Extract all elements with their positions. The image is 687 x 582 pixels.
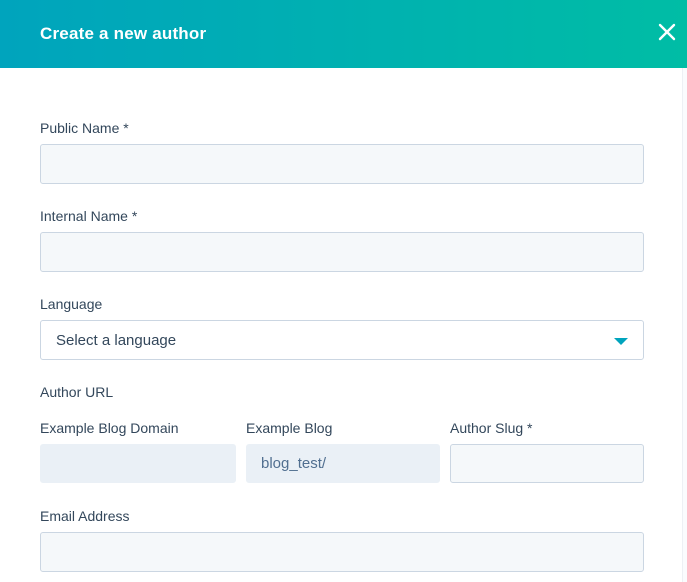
language-select[interactable]: Select a language bbox=[40, 320, 644, 360]
public-name-label: Public Name * bbox=[40, 120, 129, 136]
author-slug-input[interactable] bbox=[450, 444, 644, 483]
email-address-input[interactable] bbox=[40, 532, 644, 572]
example-blog-domain-label: Example Blog Domain bbox=[40, 420, 179, 436]
modal-title: Create a new author bbox=[0, 24, 206, 44]
language-select-value: Select a language bbox=[41, 332, 176, 349]
email-address-label: Email Address bbox=[40, 508, 129, 524]
scrollbar-track[interactable] bbox=[682, 68, 687, 582]
author-url-label: Author URL bbox=[40, 384, 113, 400]
example-blog-input bbox=[246, 444, 440, 483]
example-blog-domain-input bbox=[40, 444, 236, 483]
modal-header: Create a new author bbox=[0, 0, 687, 68]
author-slug-label: Author Slug * bbox=[450, 420, 533, 436]
close-icon bbox=[657, 22, 677, 42]
chevron-down-icon bbox=[614, 338, 628, 345]
internal-name-input[interactable] bbox=[40, 232, 644, 272]
public-name-input[interactable] bbox=[40, 144, 644, 184]
internal-name-label: Internal Name * bbox=[40, 208, 137, 224]
close-button[interactable] bbox=[656, 21, 678, 43]
example-blog-label: Example Blog bbox=[246, 420, 332, 436]
language-label: Language bbox=[40, 296, 102, 312]
